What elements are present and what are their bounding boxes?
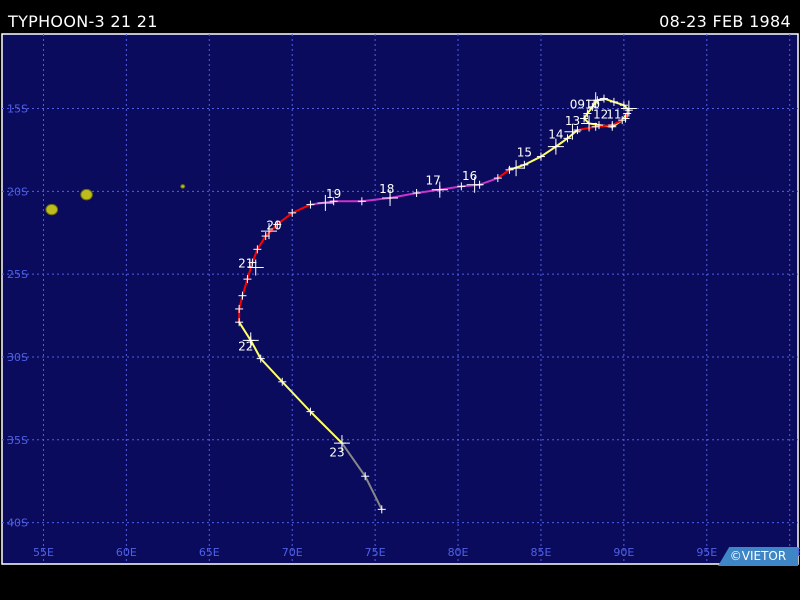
lat-label: 30S bbox=[7, 351, 28, 364]
day-label: 23 bbox=[329, 445, 344, 459]
day-label: 16 bbox=[462, 169, 477, 183]
island-reunion bbox=[45, 203, 59, 216]
lat-label: 10S bbox=[7, 32, 28, 33]
lon-label: 60E bbox=[116, 546, 137, 559]
lat-label: 25S bbox=[7, 268, 28, 281]
day-label: 21 bbox=[238, 257, 253, 271]
lat-label: 20S bbox=[7, 185, 28, 198]
lat-label: 40S bbox=[7, 517, 28, 530]
day-label: 14 bbox=[548, 127, 563, 141]
day-label: 18 bbox=[379, 182, 394, 196]
day-label: 12 bbox=[593, 107, 608, 121]
lon-label: 75E bbox=[365, 546, 386, 559]
date-range: 08-23 FEB 1984 bbox=[659, 12, 791, 31]
island-rodrigues bbox=[180, 184, 186, 189]
day-label: 22 bbox=[238, 339, 253, 353]
island-mauritius bbox=[80, 188, 93, 201]
track-map: 55E60E65E70E75E80E85E90E95E100E10S15S20S… bbox=[1, 32, 800, 565]
day-label: 19 bbox=[326, 187, 341, 201]
lon-label: 85E bbox=[530, 546, 551, 559]
ocean-area bbox=[1, 33, 799, 565]
day-label: 20 bbox=[266, 218, 281, 232]
lat-label: 35S bbox=[7, 434, 28, 447]
day-label: 09 bbox=[570, 98, 585, 112]
storm-title: TYPHOON-3 21 21 bbox=[8, 12, 158, 31]
lon-label: 80E bbox=[448, 546, 469, 559]
lon-label: 90E bbox=[613, 546, 634, 559]
credit-badge: ©VIETOR bbox=[718, 547, 798, 566]
header-bar: TYPHOON-3 21 21 08-23 FEB 1984 bbox=[0, 0, 800, 32]
lon-label: 65E bbox=[199, 546, 220, 559]
lon-label: 95E bbox=[696, 546, 717, 559]
lat-label: 15S bbox=[7, 103, 28, 116]
day-label: 17 bbox=[426, 174, 441, 188]
day-label: 13 bbox=[565, 114, 580, 128]
footer-bar bbox=[0, 566, 800, 600]
day-label: 15 bbox=[517, 146, 532, 160]
day-label: 11 bbox=[606, 107, 621, 121]
lon-label: 70E bbox=[282, 546, 303, 559]
lon-label: 55E bbox=[33, 546, 54, 559]
